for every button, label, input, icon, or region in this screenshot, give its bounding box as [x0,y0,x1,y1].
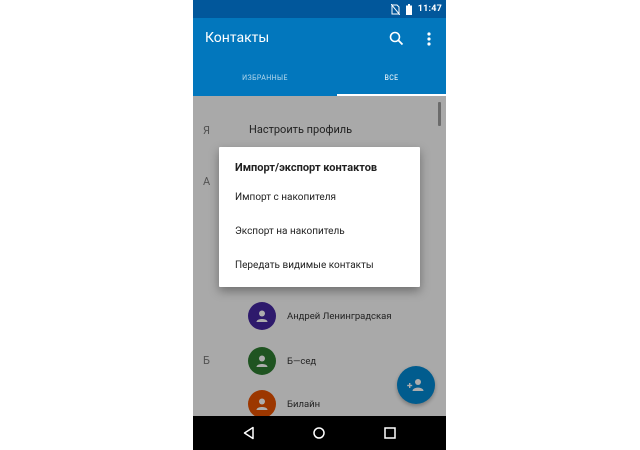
import-from-storage-option[interactable]: Импорт с накопителя [235,192,336,203]
tab-favorites[interactable]: ИЗБРАННЫЕ [193,60,337,96]
back-button[interactable] [241,425,257,441]
import-export-dialog: Импорт/экспорт контактов Импорт с накопи… [219,147,420,287]
status-bar: 11:47 [193,0,446,18]
more-options-button[interactable] [421,29,437,49]
back-icon [243,426,254,440]
recents-icon [384,427,396,439]
no-sim-icon [390,0,401,19]
home-icon [313,427,325,439]
tab-all[interactable]: ВСЕ [337,60,446,96]
search-button[interactable] [387,29,407,49]
battery-icon [405,0,412,19]
app-bar: Контакты ИЗБРАННЫЕ ВСЕ [193,18,446,96]
tab-bar: ИЗБРАННЫЕ ВСЕ [193,60,446,96]
share-visible-contacts-option[interactable]: Передать видимые контакты [235,260,374,271]
app-title: Контакты [205,30,270,46]
search-icon [387,31,407,53]
status-time: 11:47 [417,4,442,14]
dialog-title: Импорт/экспорт контактов [235,161,378,174]
home-button[interactable] [311,425,327,441]
more-vert-icon [421,32,437,53]
recents-button[interactable] [382,425,398,441]
phone-screen: 11:47 Контакты ИЗБРАННЫЕ ВСЕ Я Настроить… [193,0,446,450]
export-to-storage-option[interactable]: Экспорт на накопитель [235,226,345,237]
navigation-bar [193,416,446,450]
